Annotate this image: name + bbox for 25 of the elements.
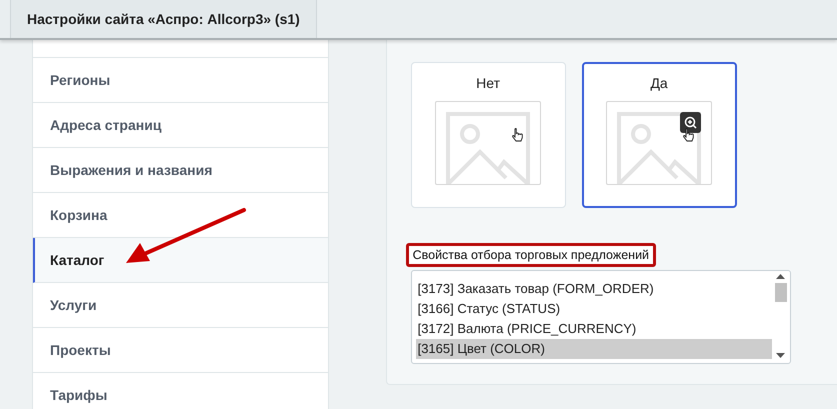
option-title: Да (650, 74, 668, 93)
sidebar-item[interactable]: Проекты (33, 328, 328, 373)
list-option[interactable]: [3172] Валюта (PRICE_CURRENCY) (416, 319, 772, 339)
option-card[interactable]: Нет (410, 62, 566, 208)
settings-tab[interactable]: Настройки сайта «Аспро: Allcorp3» (s1) (10, 0, 317, 38)
option-title: Нет (476, 74, 500, 93)
option-card[interactable]: Да (582, 62, 737, 208)
sidebar-item[interactable]: Каталог (33, 238, 328, 283)
image-placeholder-icon (617, 112, 702, 184)
sidebar-item[interactable]: Адреса страниц (33, 103, 328, 148)
multi-select-list[interactable]: [3173] Заказать товар (FORM_ORDER) [3166] Статус (STATUS) [3172] Валюта (PRICE_CURRENCY) [3165] Цвет (COLOR) (410, 270, 791, 364)
sidebar-item[interactable]: Услуги (33, 283, 328, 328)
sidebar-item[interactable]: Регионы (33, 58, 328, 103)
scroll-down-icon[interactable] (776, 353, 786, 359)
image-placeholder-icon (446, 112, 530, 184)
list-option[interactable]: [3166] Статус (STATUS) (416, 299, 772, 319)
field-label: Свойства отбора торговых предложений (406, 243, 656, 267)
scroll-up-icon[interactable] (776, 273, 786, 279)
scroll-thumb[interactable] (774, 283, 787, 302)
hand-cursor-icon (512, 128, 524, 142)
hand-cursor-icon (683, 128, 694, 142)
sidebar-item[interactable]: Тарифы (33, 373, 328, 409)
list-option[interactable]: [3173] Заказать товар (FORM_ORDER) (416, 279, 772, 299)
list-option[interactable]: [3165] Цвет (COLOR) (416, 339, 772, 359)
sidebar-item[interactable]: Выражения и названия (33, 148, 328, 193)
